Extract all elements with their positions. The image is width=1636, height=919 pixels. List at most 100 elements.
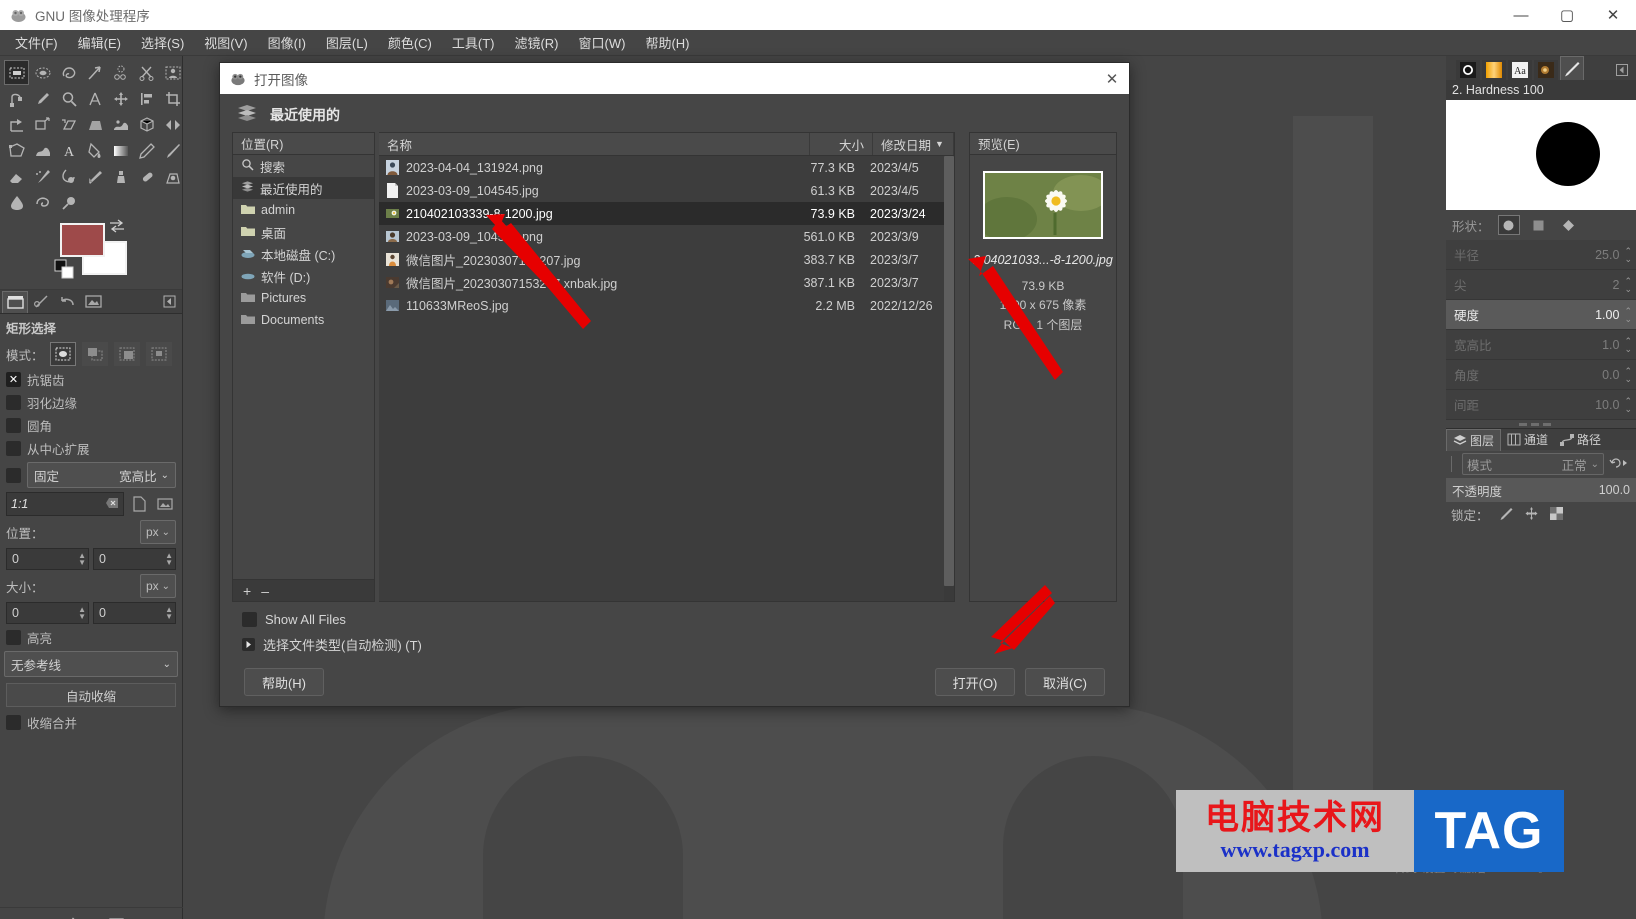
smudge-tool-icon[interactable] — [30, 190, 55, 215]
measure-tool-icon[interactable] — [82, 86, 107, 111]
size-width-input[interactable]: 0 ▲ ▼ — [6, 602, 89, 624]
minimize-button[interactable]: — — [1498, 0, 1544, 30]
spinner-arrows-icon[interactable]: ▲ ▼ — [165, 552, 173, 567]
brush-aspect-ratio-slider[interactable]: 宽高比 1.0 ⌃ ⌄ — [1446, 330, 1636, 360]
feather-edges-row[interactable]: 羽化边缘 — [0, 391, 182, 414]
table-row[interactable]: 2023-03-09_104545.png 561.0 KB 2023/3/9 — [379, 225, 944, 248]
aspect-ratio-input[interactable]: 1:1 — [6, 492, 124, 516]
menu-image[interactable]: 图像(I) — [259, 30, 315, 55]
zoom-tool-icon[interactable] — [56, 86, 81, 111]
tab-gradients[interactable] — [1482, 60, 1506, 80]
auto-shrink-button[interactable]: 自动收缩 — [6, 683, 176, 707]
clear-icon[interactable] — [105, 497, 119, 512]
size-height-input[interactable]: 0 ▲ ▼ — [93, 602, 176, 624]
shrink-merged-checkbox[interactable] — [6, 715, 21, 730]
menu-colors[interactable]: 颜色(C) — [379, 30, 441, 55]
file-list-scrollbar[interactable] — [944, 156, 954, 601]
highlight-row[interactable]: 高亮 — [0, 626, 182, 649]
table-row[interactable]: 微信图片_20230307153207.jpg 383.7 KB 2023/3/… — [379, 248, 944, 271]
column-header-name[interactable]: 名称 — [379, 133, 810, 155]
tab-device-status[interactable] — [28, 291, 54, 313]
dialog-close-button[interactable]: ✕ — [1095, 63, 1129, 94]
free-select-tool-icon[interactable] — [56, 60, 81, 85]
spinner-arrows-icon[interactable]: ▲ ▼ — [78, 552, 86, 567]
column-header-size[interactable]: 大小 — [810, 133, 873, 155]
table-row[interactable]: 210402103339-8-1200.jpg 73.9 KB 2023/3/2… — [379, 202, 944, 225]
portrait-orientation-icon[interactable] — [128, 493, 150, 515]
3d-transform-tool-icon[interactable] — [134, 112, 159, 137]
mode-intersect-button[interactable] — [145, 342, 172, 366]
perspective-tool-icon[interactable] — [82, 112, 107, 137]
rotate-tool-icon[interactable] — [4, 112, 29, 137]
spinner-arrows-icon[interactable]: ⌃ ⌄ — [1624, 306, 1632, 323]
alignment-tool-icon[interactable] — [134, 86, 159, 111]
antialias-row[interactable]: ✕ 抗锯齿 — [0, 368, 182, 391]
feather-edges-checkbox[interactable] — [6, 395, 21, 410]
crop-tool-icon[interactable] — [160, 86, 185, 111]
mode-subtract-button[interactable] — [113, 342, 140, 366]
fixed-ratio-row[interactable]: 固定 宽高比 ⌄ — [0, 460, 182, 490]
perspective-clone-tool-icon[interactable] — [160, 164, 185, 189]
tab-brushes[interactable] — [1456, 60, 1480, 80]
mode-replace-button[interactable] — [49, 342, 76, 366]
fixed-mode-combo[interactable]: 固定 宽高比 ⌄ — [27, 462, 176, 488]
ellipse-select-tool-icon[interactable] — [30, 60, 55, 85]
place-pictures[interactable]: Pictures — [233, 287, 374, 309]
tab-layers[interactable]: 图层 — [1446, 428, 1502, 451]
brush-radius-slider[interactable]: 半径 25.0 ⌃ ⌄ — [1446, 240, 1636, 270]
tab-tool-options[interactable] — [2, 290, 28, 313]
help-button[interactable]: 帮助(H) — [244, 668, 324, 696]
rounded-corners-checkbox[interactable] — [6, 418, 21, 433]
menu-help[interactable]: 帮助(H) — [636, 30, 698, 55]
tab-patterns[interactable] — [1534, 60, 1558, 80]
spinner-arrows-icon[interactable]: ⌃ ⌄ — [1624, 336, 1632, 353]
shrink-merged-row[interactable]: 收缩合并 — [0, 711, 182, 734]
flip-tool-icon[interactable] — [160, 112, 185, 137]
table-row[interactable]: 110633MReoS.jpg 2.2 MB 2022/12/26 — [379, 294, 944, 317]
close-button[interactable]: ✕ — [1590, 0, 1636, 30]
remove-bookmark-icon[interactable]: – — [261, 583, 269, 599]
rounded-corners-row[interactable]: 圆角 — [0, 414, 182, 437]
brush-angle-slider[interactable]: 角度 0.0 ⌃ ⌄ — [1446, 360, 1636, 390]
menu-tools[interactable]: 工具(T) — [443, 30, 504, 55]
mode-add-button[interactable] — [81, 342, 108, 366]
foreground-color-swatch[interactable] — [60, 223, 105, 257]
breadcrumb[interactable]: 最近使用的 — [270, 105, 340, 125]
menu-select[interactable]: 选择(S) — [132, 30, 193, 55]
menu-file[interactable]: 文件(F) — [6, 30, 67, 55]
spinner-arrows-icon[interactable]: ▲ ▼ — [165, 606, 173, 621]
expand-from-center-checkbox[interactable] — [6, 441, 21, 456]
layer-opacity-slider[interactable]: 不透明度 100.0 — [1446, 478, 1636, 502]
show-all-files-row[interactable]: Show All Files — [232, 608, 1117, 631]
shape-circle-button[interactable] — [1497, 215, 1520, 235]
gradient-tool-icon[interactable] — [108, 138, 133, 163]
menu-view[interactable]: 视图(V) — [195, 30, 256, 55]
layer-mode-switch-icon[interactable] — [1609, 456, 1631, 473]
place-search[interactable]: 搜索 — [233, 155, 374, 177]
menu-filters[interactable]: 滤镜(R) — [505, 30, 567, 55]
fixed-checkbox[interactable] — [6, 467, 21, 483]
cancel-button[interactable]: 取消(C) — [1025, 668, 1105, 696]
paintbrush-tool-icon[interactable] — [160, 138, 185, 163]
paths-tool-icon[interactable] — [4, 86, 29, 111]
airbrush-tool-icon[interactable] — [30, 164, 55, 189]
warp-transform-tool-icon[interactable] — [30, 138, 55, 163]
scale-tool-icon[interactable] — [30, 112, 55, 137]
tab-fonts[interactable]: Aa — [1508, 60, 1532, 80]
select-by-color-tool-icon[interactable] — [108, 60, 133, 85]
expander-icon[interactable] — [242, 638, 255, 651]
swap-colors-icon[interactable] — [108, 219, 126, 236]
position-x-input[interactable]: 0 ▲ ▼ — [6, 548, 89, 570]
column-header-date[interactable]: 修改日期 ▼ — [873, 133, 954, 155]
menu-layer[interactable]: 图层(L) — [317, 30, 377, 55]
shear-tool-icon[interactable] — [56, 112, 81, 137]
open-button[interactable]: 打开(O) — [935, 668, 1015, 696]
highlight-checkbox[interactable] — [6, 630, 21, 645]
menu-edit[interactable]: 编辑(E) — [69, 30, 130, 55]
scrollbar-thumb[interactable] — [944, 156, 954, 586]
expand-from-center-row[interactable]: 从中心扩展 — [0, 437, 182, 460]
dodge-burn-tool-icon[interactable] — [56, 190, 81, 215]
tab-undo-history[interactable] — [54, 291, 80, 313]
show-all-files-checkbox[interactable] — [242, 612, 257, 627]
foreground-select-tool-icon[interactable] — [160, 60, 185, 85]
